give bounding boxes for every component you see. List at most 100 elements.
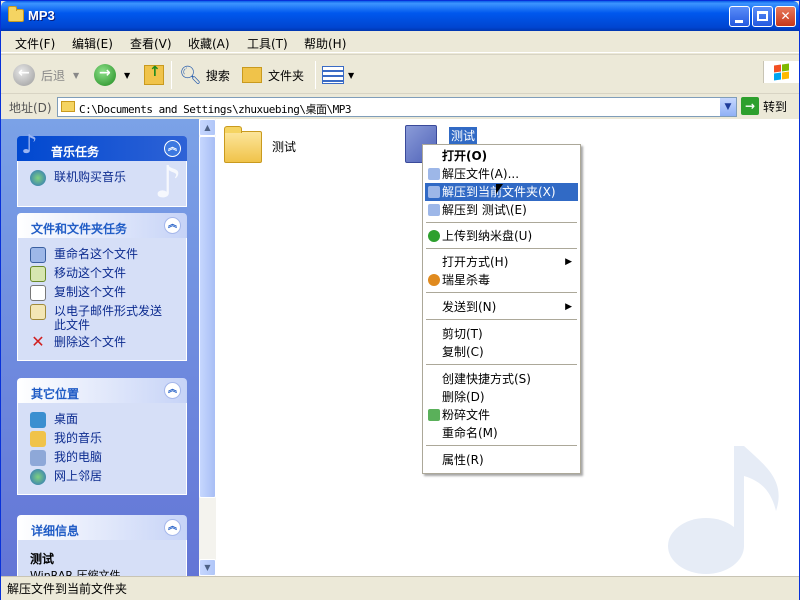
folder-name[interactable]: 测试 [272, 138, 296, 155]
forward-arrow-icon: → [94, 64, 116, 86]
menu-extract-files[interactable]: 解压文件(A)... [425, 165, 578, 183]
menu-open[interactable]: 打开(O) [425, 147, 578, 165]
archive-name[interactable]: 测试 [449, 127, 478, 144]
chevron-down-icon: ▼ [348, 70, 355, 80]
winrar-icon [428, 168, 440, 180]
menu-rising[interactable]: 瑞星杀毒 [425, 271, 578, 289]
forward-button[interactable]: → ▼ [94, 61, 130, 89]
file-tasks-header[interactable]: 文件和文件夹任务 ︽ [17, 213, 187, 238]
panel-title: 其它位置 [31, 387, 80, 401]
file-tasks-body: 重命名这个文件 移动这个文件 复制这个文件 以电子邮件形式发送此文件 ✕ 删除这个… [17, 238, 187, 361]
place-desktop[interactable]: 桌面 [30, 412, 186, 428]
other-places-body: 桌面 我的音乐 我的电脑 网上邻居 [17, 403, 187, 495]
other-places-header[interactable]: 其它位置 ︽ [17, 378, 187, 403]
title-bar[interactable]: MP3 ✕ [1, 1, 799, 31]
scroll-up-icon[interactable]: ▲ [199, 119, 216, 136]
folders-label: 文件夹 [268, 68, 305, 83]
menu-cut[interactable]: 剪切(T) [425, 325, 578, 343]
maximize-button[interactable] [752, 6, 773, 27]
collapse-icon[interactable]: ︽ [164, 217, 181, 234]
go-button[interactable]: → 转到 [741, 97, 787, 115]
task-delete[interactable]: ✕ 删除这个文件 [30, 334, 186, 351]
vertical-scrollbar[interactable]: ▲ ▼ [199, 119, 216, 576]
menu-file[interactable]: 文件(F) [15, 35, 55, 52]
details-panel: 详细信息 ︽ 测试 WinRAR 压缩文件 [17, 515, 187, 576]
search-label: 搜索 [205, 68, 230, 83]
music-note-watermark-icon [668, 446, 779, 574]
details-header[interactable]: 详细信息 ︽ [17, 515, 187, 540]
menu-properties[interactable]: 属性(R) [425, 451, 578, 469]
computer-icon [30, 450, 46, 466]
music-tasks-panel: ♪ 音乐任务 ︽ 联机购买音乐 ♪ [17, 130, 187, 208]
submenu-arrow-icon: ▶ [565, 257, 572, 267]
menu-send-to[interactable]: 发送到(N) ▶ [425, 298, 578, 316]
menu-open-with[interactable]: 打开方式(H) ▶ [425, 253, 578, 271]
address-input[interactable]: C:\Documents and Settings\zhuxuebing\桌面\… [57, 97, 737, 117]
toolbar: ← 后退 ▼ → ▼ ↑ 🔍︎ 搜索 文件夹 ▼ [1, 54, 799, 92]
folder-icon[interactable] [224, 126, 262, 163]
shred-icon [428, 409, 440, 421]
winrar-icon [428, 204, 440, 216]
email-icon [30, 304, 46, 320]
details-body: 测试 WinRAR 压缩文件 [17, 540, 187, 576]
menu-view[interactable]: 查看(V) [130, 35, 172, 52]
menu-upload[interactable]: 上传到纳米盘(U) [425, 227, 578, 245]
desktop-icon [30, 412, 46, 428]
panel-title: 详细信息 [31, 524, 80, 538]
minimize-button[interactable] [729, 6, 750, 27]
window-title: MP3 [28, 8, 55, 23]
place-network[interactable]: 网上邻居 [30, 469, 186, 485]
search-button[interactable]: 🔍︎ 搜索 [179, 61, 230, 89]
back-label: 后退 [41, 68, 66, 83]
menu-extract-to[interactable]: 解压到 测试\(E) [425, 201, 578, 219]
menu-help[interactable]: 帮助(H) [304, 35, 346, 52]
task-copy[interactable]: 复制这个文件 [30, 285, 186, 301]
collapse-icon[interactable]: ︽ [164, 382, 181, 399]
menu-bar: 文件(F) 编辑(E) 查看(V) 收藏(A) 工具(T) 帮助(H) [1, 31, 799, 83]
menu-rename[interactable]: 重命名(M) [425, 424, 578, 442]
collapse-icon[interactable]: ︽ [164, 140, 181, 157]
task-rename[interactable]: 重命名这个文件 [30, 247, 186, 263]
up-button[interactable]: ↑ [144, 61, 164, 89]
go-label: 转到 [763, 99, 788, 114]
chevron-down-icon[interactable]: ▼ [719, 98, 736, 116]
back-button[interactable]: ← 后退 ▼ [13, 61, 79, 89]
menu-delete[interactable]: 删除(D) [425, 388, 578, 406]
network-icon [30, 469, 46, 485]
menu-edit[interactable]: 编辑(E) [72, 35, 113, 52]
place-my-computer[interactable]: 我的电脑 [30, 450, 186, 466]
task-pane: ♪ 音乐任务 ︽ 联机购买音乐 ♪ 文件和文件夹任务 ︽ 重命名这个文件 移动这… [1, 119, 199, 576]
collapse-icon[interactable]: ︽ [164, 519, 181, 536]
music-note-icon: ♪ [153, 157, 182, 208]
go-arrow-icon: → [741, 97, 759, 115]
menu-shred[interactable]: 粉碎文件 [425, 406, 578, 424]
explorer-window: MP3 ✕ 文件(F) 编辑(E) 查看(V) 收藏(A) 工具(T) 帮助(H… [0, 0, 800, 600]
submenu-arrow-icon: ▶ [565, 302, 572, 312]
place-my-music[interactable]: 我的音乐 [30, 431, 186, 447]
scroll-thumb[interactable] [199, 136, 216, 498]
music-folder-icon [30, 431, 46, 447]
search-icon: 🔍︎ [179, 64, 202, 86]
task-move[interactable]: 移动这个文件 [30, 266, 186, 282]
folder-up-icon: ↑ [144, 64, 164, 85]
mouse-cursor-icon [496, 184, 503, 194]
status-text: 解压文件到当前文件夹 [7, 582, 128, 596]
task-email[interactable]: 以电子邮件形式发送此文件 [30, 304, 186, 332]
chevron-down-icon: ▼ [124, 70, 131, 80]
views-button[interactable]: ▼ [322, 61, 354, 89]
folders-button[interactable]: 文件夹 [242, 61, 304, 89]
rename-icon [30, 247, 46, 263]
chevron-down-icon: ▼ [73, 70, 80, 80]
close-button[interactable]: ✕ [775, 6, 796, 27]
status-bar: 解压文件到当前文件夹 [1, 576, 799, 600]
menu-favorites[interactable]: 收藏(A) [188, 35, 230, 52]
menu-create-shortcut[interactable]: 创建快捷方式(S) [425, 370, 578, 388]
details-type: WinRAR 压缩文件 [30, 569, 121, 576]
scroll-down-icon[interactable]: ▼ [199, 559, 216, 576]
menu-tools[interactable]: 工具(T) [247, 35, 288, 52]
address-bar: 地址(D) C:\Documents and Settings\zhuxuebi… [1, 93, 799, 119]
menu-copy[interactable]: 复制(C) [425, 343, 578, 361]
globe-icon [30, 170, 46, 186]
move-icon [30, 266, 46, 282]
music-note-icon: ♪ [21, 130, 38, 160]
